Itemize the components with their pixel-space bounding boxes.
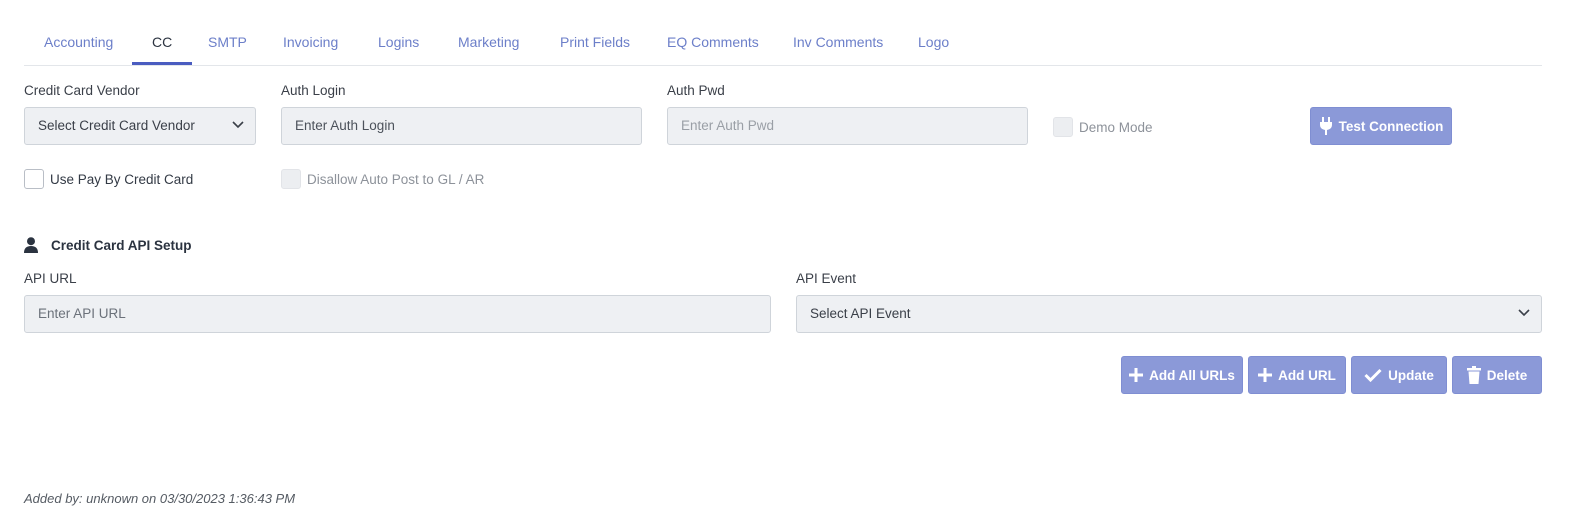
demo-mode-label: Demo Mode <box>1079 119 1153 135</box>
tab-logins[interactable]: Logins <box>358 24 439 65</box>
check-icon <box>1364 368 1382 382</box>
tab-logo[interactable]: Logo <box>898 24 969 65</box>
tab-bar: Accounting CC SMTP Invoicing Logins Mark… <box>24 24 1542 66</box>
auth-login-label: Auth Login <box>281 83 346 98</box>
use-pay-box[interactable] <box>24 169 44 189</box>
auth-login-input[interactable]: Enter Auth Login <box>281 107 642 145</box>
tab-accounting[interactable]: Accounting <box>24 24 133 65</box>
disallow-auto-post-box[interactable] <box>281 169 301 189</box>
audit-footer: Added by: unknown on 03/30/2023 1:36:43 … <box>24 491 296 506</box>
disallow-auto-post-checkbox[interactable]: Disallow Auto Post to GL / AR <box>281 169 484 189</box>
auth-pwd-label: Auth Pwd <box>667 83 725 98</box>
tab-eq-comments[interactable]: EQ Comments <box>647 24 779 65</box>
add-url-button[interactable]: Add URL <box>1248 356 1346 394</box>
api-url-input[interactable]: Enter API URL <box>24 295 771 333</box>
update-label: Update <box>1388 367 1434 383</box>
use-pay-checkbox[interactable]: Use Pay By Credit Card <box>24 169 193 189</box>
tab-print-fields[interactable]: Print Fields <box>540 24 650 65</box>
chevron-down-icon <box>1518 309 1530 317</box>
chevron-down-icon <box>232 121 244 129</box>
add-all-urls-label: Add All URLs <box>1149 367 1235 383</box>
vendor-select[interactable]: Select Credit Card Vendor <box>24 107 256 145</box>
delete-label: Delete <box>1486 367 1528 383</box>
tab-invoicing[interactable]: Invoicing <box>263 24 358 65</box>
api-setup-title: Credit Card API Setup <box>51 237 192 253</box>
api-url-label: API URL <box>24 271 77 286</box>
api-setup-heading: Credit Card API Setup <box>24 237 192 253</box>
add-all-urls-button[interactable]: Add All URLs <box>1121 356 1243 394</box>
vendor-label: Credit Card Vendor <box>24 83 140 98</box>
trash-icon <box>1466 366 1481 384</box>
user-icon <box>24 237 38 253</box>
plus-icon <box>1258 368 1273 382</box>
api-event-select-value: Select API Event <box>810 306 911 321</box>
api-event-select[interactable]: Select API Event <box>796 295 1542 333</box>
tab-cc[interactable]: CC <box>132 24 193 65</box>
disallow-auto-post-label: Disallow Auto Post to GL / AR <box>307 171 485 187</box>
delete-button[interactable]: Delete <box>1452 356 1542 394</box>
demo-mode-box[interactable] <box>1053 117 1073 137</box>
test-connection-button[interactable]: Test Connection <box>1310 107 1452 145</box>
plug-icon <box>1319 117 1332 135</box>
demo-mode-checkbox[interactable]: Demo Mode <box>1053 117 1153 137</box>
tab-smtp[interactable]: SMTP <box>188 24 267 65</box>
use-pay-label: Use Pay By Credit Card <box>50 171 194 187</box>
auth-pwd-input[interactable]: Enter Auth Pwd <box>667 107 1028 145</box>
tab-inv-comments[interactable]: Inv Comments <box>773 24 903 65</box>
vendor-select-value: Select Credit Card Vendor <box>38 118 195 133</box>
add-url-label: Add URL <box>1278 367 1336 383</box>
api-event-label: API Event <box>796 271 857 286</box>
plus-icon <box>1129 368 1144 382</box>
test-connection-label: Test Connection <box>1338 118 1444 134</box>
update-button[interactable]: Update <box>1351 356 1447 394</box>
tab-marketing[interactable]: Marketing <box>438 24 539 65</box>
